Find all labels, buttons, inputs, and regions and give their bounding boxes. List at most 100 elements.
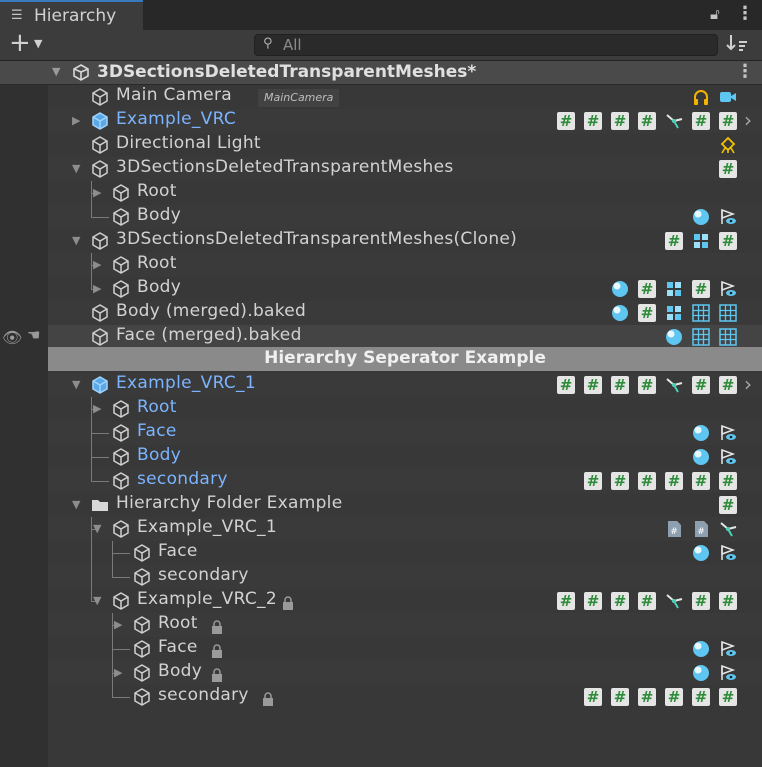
script-icon[interactable]: # (665, 688, 683, 706)
sphere-icon[interactable] (692, 448, 710, 466)
tree-row[interactable]: secondary # # # # # # (48, 685, 762, 709)
ik-icon[interactable] (665, 376, 683, 394)
script-icon[interactable]: # (719, 688, 737, 706)
padlock-icon[interactable]: 🔓︎ (710, 5, 720, 23)
collapse-arrow-icon[interactable]: ▶ (72, 114, 80, 127)
lock-icon[interactable] (282, 595, 294, 610)
camera-icon[interactable] (719, 88, 737, 106)
script-icon[interactable]: # (692, 112, 710, 130)
script-icon[interactable]: # (611, 112, 629, 130)
tree-row[interactable]: Face (merged).baked (48, 325, 762, 349)
tree-row[interactable]: ▼ Example_VRC_1 # # (48, 517, 762, 541)
script-icon[interactable]: # (638, 304, 656, 322)
script-icon[interactable]: # (638, 472, 656, 490)
add-button[interactable]: + ▼ (6, 28, 50, 58)
script-icon[interactable]: # (719, 112, 737, 130)
collapse-arrow-icon[interactable]: ▶ (114, 618, 122, 631)
tree-row[interactable]: ▶ Root (48, 253, 762, 277)
script-icon[interactable]: # (638, 592, 656, 610)
script-icon[interactable]: # (557, 592, 575, 610)
tree-row[interactable]: Directional Light (48, 133, 762, 157)
script-icon[interactable]: # (719, 376, 737, 394)
headphones-icon[interactable] (692, 88, 710, 106)
kebab-menu-icon[interactable]: ⋮ (736, 61, 754, 82)
sphere-icon[interactable] (665, 328, 683, 346)
script-icon[interactable]: # (719, 472, 737, 490)
script-icon[interactable]: # (665, 472, 683, 490)
sphere-icon[interactable] (692, 544, 710, 562)
script-icon[interactable]: # (719, 232, 737, 250)
visibility-icon[interactable] (719, 424, 737, 442)
ik-icon[interactable] (719, 520, 737, 538)
lock-icon[interactable] (211, 643, 223, 658)
doc-script-icon[interactable]: # (692, 520, 710, 538)
script-icon[interactable]: # (584, 592, 602, 610)
kebab-menu-icon[interactable]: ⋮ (736, 3, 754, 24)
tree-row[interactable]: Main Camera MainCamera (48, 85, 762, 109)
tree-row[interactable]: Face (48, 637, 762, 661)
blocks-icon[interactable] (665, 304, 683, 322)
collapse-arrow-icon[interactable]: ▶ (93, 402, 101, 415)
expand-arrow-icon[interactable]: ▼ (93, 594, 101, 607)
tree-row[interactable]: Body (merged).baked # (48, 301, 762, 325)
script-icon[interactable]: # (719, 592, 737, 610)
sphere-icon[interactable] (692, 664, 710, 682)
script-icon[interactable]: # (611, 472, 629, 490)
collapse-arrow-icon[interactable]: ▶ (93, 258, 101, 271)
tree-row[interactable]: Body (48, 445, 762, 469)
expand-arrow-icon[interactable]: ▼ (72, 162, 80, 175)
collapse-arrow-icon[interactable]: ▶ (114, 666, 122, 679)
grid-icon[interactable] (692, 328, 710, 346)
script-icon[interactable]: # (611, 688, 629, 706)
tree-row[interactable]: ▼ 3DSectionsDeletedTransparentMeshes(Clo… (48, 229, 762, 253)
visibility-icon[interactable] (719, 544, 737, 562)
script-icon[interactable]: # (638, 280, 656, 298)
sphere-icon[interactable] (692, 424, 710, 442)
script-icon[interactable]: # (611, 592, 629, 610)
tree-row[interactable]: ▶ Root (48, 397, 762, 421)
tab-hierarchy[interactable]: ☰ Hierarchy (0, 0, 143, 30)
script-icon[interactable]: # (692, 280, 710, 298)
script-icon[interactable]: # (692, 688, 710, 706)
hierarchy-separator[interactable]: Hierarchy Seperator Example (48, 347, 762, 371)
script-icon[interactable]: # (584, 112, 602, 130)
pickable-hand-icon[interactable]: ☚ (27, 326, 40, 344)
light-icon[interactable] (719, 136, 737, 154)
sphere-icon[interactable] (692, 640, 710, 658)
expand-arrow-icon[interactable]: ▼ (72, 234, 80, 247)
script-icon[interactable]: # (719, 160, 737, 178)
lock-icon[interactable] (211, 667, 223, 682)
tree-row[interactable]: ▼ Example_VRC_2 # # # # # # (48, 589, 762, 613)
script-icon[interactable]: # (584, 472, 602, 490)
expand-arrow-icon[interactable]: ▼ (52, 65, 60, 78)
grid-icon[interactable] (692, 304, 710, 322)
script-icon[interactable]: # (611, 376, 629, 394)
script-icon[interactable]: # (638, 376, 656, 394)
blocks-icon[interactable] (692, 232, 710, 250)
script-icon[interactable]: # (557, 376, 575, 394)
visibility-eye-icon[interactable]: 👁︎ (2, 328, 22, 347)
tree-row[interactable]: ▼ Example_VRC_1 # # # # # # › (48, 372, 762, 397)
script-icon[interactable]: # (638, 688, 656, 706)
script-icon[interactable]: # (692, 592, 710, 610)
tree-row[interactable]: ▶ Root (48, 613, 762, 637)
tree-row[interactable]: secondary (48, 565, 762, 589)
sphere-icon[interactable] (611, 280, 629, 298)
visibility-icon[interactable] (719, 664, 737, 682)
ik-icon[interactable] (665, 112, 683, 130)
expand-arrow-icon[interactable]: ▼ (72, 378, 80, 391)
script-icon[interactable]: # (584, 688, 602, 706)
collapse-arrow-icon[interactable]: ▶ (93, 186, 101, 199)
script-icon[interactable]: # (692, 376, 710, 394)
script-icon[interactable]: # (665, 232, 683, 250)
visibility-icon[interactable] (719, 448, 737, 466)
search-input[interactable] (283, 35, 703, 55)
sphere-icon[interactable] (611, 304, 629, 322)
tree-row[interactable]: ▶ Example_VRC # # # # # # › (48, 108, 762, 133)
tree-row[interactable]: Face (48, 541, 762, 565)
visibility-icon[interactable] (719, 280, 737, 298)
lock-icon[interactable] (262, 691, 274, 706)
script-icon[interactable]: # (638, 112, 656, 130)
tree-row[interactable]: ▶ Root (48, 181, 762, 205)
doc-script-icon[interactable]: # (665, 520, 683, 538)
